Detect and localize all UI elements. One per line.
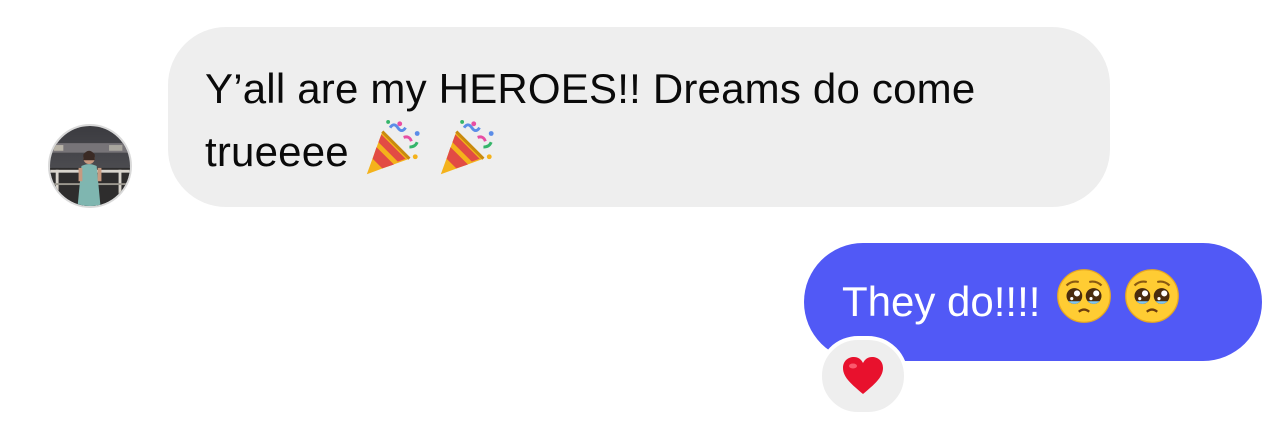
incoming-message-bubble[interactable]: Y’all are my HEROES!! Dreams do come tru… [168, 27, 1110, 207]
pleading-face-icon [1124, 268, 1180, 324]
red-heart-icon [843, 357, 883, 394]
incoming-emoji-group [361, 118, 497, 180]
avatar-photo [50, 126, 130, 206]
incoming-message-line-2: trueeee [205, 128, 349, 175]
chat-thread: Y’all are my HEROES!! Dreams do come tru… [0, 0, 1284, 446]
outgoing-message-text: They do!!!! [842, 278, 1041, 325]
party-popper-icon [435, 118, 497, 180]
message-reaction[interactable] [818, 336, 908, 416]
outgoing-emoji-group [1056, 268, 1180, 324]
party-popper-icon [361, 118, 423, 180]
pleading-face-icon [1056, 268, 1112, 324]
incoming-message-line-1: Y’all are my HEROES!! Dreams do come [205, 65, 976, 112]
sender-avatar[interactable] [48, 124, 132, 208]
